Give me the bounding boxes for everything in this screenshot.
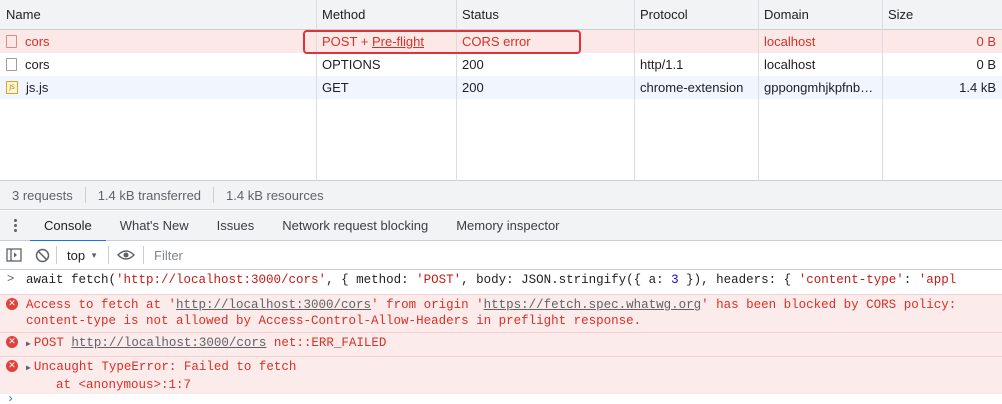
context-selector[interactable]: top ▼ bbox=[57, 248, 108, 263]
request-status: 200 bbox=[462, 80, 484, 95]
error-icon: ✕ bbox=[6, 298, 18, 310]
expand-triangle-icon[interactable]: ▶ bbox=[26, 340, 31, 349]
network-request-table: Name Method Status Protocol Domain Size … bbox=[0, 0, 1002, 181]
request-name: cors bbox=[25, 57, 50, 72]
column-divider[interactable] bbox=[758, 0, 759, 181]
request-protocol: http/1.1 bbox=[640, 57, 684, 72]
request-domain: localhost bbox=[764, 57, 816, 72]
request-protocol bbox=[634, 30, 758, 53]
request-method: GET bbox=[322, 80, 349, 95]
highlight-annotation-box bbox=[303, 30, 581, 54]
column-header-status[interactable]: Status bbox=[456, 0, 634, 29]
column-divider[interactable] bbox=[882, 0, 883, 181]
request-url-link[interactable]: http://localhost:3000/cors bbox=[176, 298, 371, 312]
divider bbox=[143, 246, 144, 264]
more-options-icon[interactable] bbox=[0, 219, 30, 232]
live-expression-eye-icon[interactable] bbox=[109, 241, 143, 269]
js-file-icon: JS bbox=[6, 81, 18, 94]
document-icon bbox=[6, 35, 17, 48]
request-name: js.js bbox=[26, 80, 49, 95]
console-messages: > await fetch('http://localhost:3000/cor… bbox=[0, 270, 1002, 404]
column-divider[interactable] bbox=[316, 0, 317, 181]
request-protocol: chrome-extension bbox=[640, 80, 744, 95]
console-toolbar: top ▼ Filter bbox=[0, 241, 1002, 270]
console-prompt-line[interactable]: › bbox=[0, 394, 1002, 404]
context-label: top bbox=[67, 247, 86, 263]
request-size: 1.4 kB bbox=[959, 80, 996, 95]
clear-console-icon[interactable] bbox=[28, 241, 56, 269]
column-header-name[interactable]: Name bbox=[0, 0, 316, 29]
network-summary-bar: 3 requests 1.4 kB transferred 1.4 kB res… bbox=[0, 181, 1002, 210]
column-header-protocol[interactable]: Protocol bbox=[634, 0, 758, 29]
request-size: 0 B bbox=[976, 34, 996, 49]
input-prompt-icon: > bbox=[7, 272, 15, 286]
request-size: 0 B bbox=[976, 57, 996, 72]
dropdown-caret-icon: ▼ bbox=[90, 250, 98, 260]
column-header-method[interactable]: Method bbox=[316, 0, 456, 29]
request-domain: localhost bbox=[764, 34, 816, 49]
request-url-link[interactable]: http://localhost:3000/cors bbox=[71, 336, 266, 350]
console-error-message[interactable]: ✕ ▶ Uncaught TypeError: Failed to fetch a… bbox=[0, 356, 1002, 394]
request-status: 200 bbox=[462, 57, 484, 72]
request-method: OPTIONS bbox=[322, 57, 381, 72]
tab-memory-inspector[interactable]: Memory inspector bbox=[442, 211, 573, 241]
table-row[interactable]: JS js.js GET 200 chrome-extension gppong… bbox=[0, 76, 1002, 99]
table-header: Name Method Status Protocol Domain Size bbox=[0, 0, 1002, 30]
table-row[interactable]: cors OPTIONS 200 http/1.1 localhost 0 B bbox=[0, 53, 1002, 76]
console-error-message: ✕ Access to fetch at 'http://localhost:3… bbox=[0, 294, 1002, 332]
tab-issues[interactable]: Issues bbox=[203, 211, 269, 241]
request-domain: gppongmhjkpfnb… bbox=[764, 80, 874, 95]
column-header-size[interactable]: Size bbox=[882, 0, 1002, 29]
tab-console[interactable]: Console bbox=[30, 211, 106, 242]
document-icon bbox=[6, 58, 17, 71]
drawer-tab-bar: Console What's New Issues Network reques… bbox=[0, 211, 1002, 242]
tab-network-request-blocking[interactable]: Network request blocking bbox=[268, 211, 442, 241]
transferred-size: 1.4 kB transferred bbox=[97, 187, 202, 203]
request-count: 3 requests bbox=[12, 187, 73, 203]
error-icon: ✕ bbox=[6, 336, 18, 348]
tab-whats-new[interactable]: What's New bbox=[106, 211, 203, 241]
error-icon: ✕ bbox=[6, 360, 18, 372]
console-input-echo: > await fetch('http://localhost:3000/cor… bbox=[7, 272, 957, 287]
column-divider[interactable] bbox=[634, 0, 635, 181]
expand-triangle-icon[interactable]: ▶ bbox=[26, 364, 31, 373]
column-header-domain[interactable]: Domain bbox=[758, 0, 882, 29]
console-prompt-icon: › bbox=[7, 394, 15, 404]
console-error-message[interactable]: ✕ ▶ POST http://localhost:3000/cors net::… bbox=[0, 332, 1002, 356]
console-filter-input[interactable]: Filter bbox=[148, 244, 978, 266]
request-name: cors bbox=[25, 34, 50, 49]
origin-link[interactable]: https://fetch.spec.whatwg.org bbox=[484, 298, 702, 312]
sidebar-toggle-icon[interactable] bbox=[0, 241, 28, 269]
resources-size: 1.4 kB resources bbox=[226, 187, 324, 203]
column-divider[interactable] bbox=[456, 0, 457, 181]
